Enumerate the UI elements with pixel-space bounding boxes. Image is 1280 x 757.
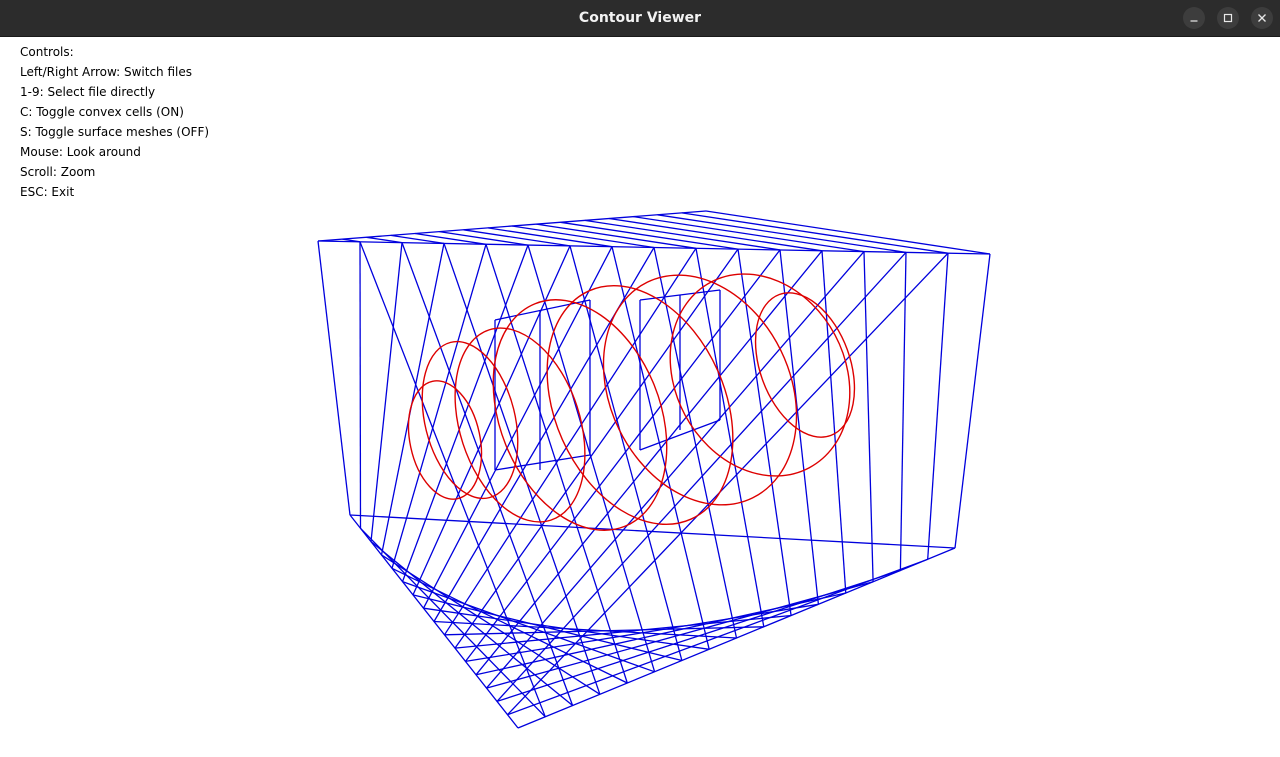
control-hint-mouse: Mouse: Look around [20,145,141,159]
cell-edge [657,214,907,254]
control-hint-scroll: Scroll: Zoom [20,165,96,179]
cell-edge [380,243,445,556]
contour-ring [602,274,798,506]
cell-edge [633,215,865,253]
cell-edge [359,241,362,529]
cell-edge [496,569,901,703]
cell-edge [507,252,949,716]
controls-help-overlay: Controls: Left/Right Arrow: Switch files… [20,45,209,205]
cell-edge [487,227,613,248]
contour-ring [407,380,483,500]
cell-edge [584,219,781,251]
control-hint-select-file: 1-9: Select file directly [20,85,156,99]
cell-edge [695,248,765,627]
cell-edge [779,249,820,605]
cell-edge [317,240,351,516]
cell-edge [486,251,865,689]
cell-edge [954,253,991,549]
control-hint-convex-cells: C: Toggle convex cells (ON) [20,105,184,119]
contour-ring [754,292,856,438]
cell-edge [475,592,846,676]
controls-heading: Controls: [20,45,74,59]
cell-edge [412,245,571,596]
cell-edge [370,242,403,542]
cell-edge [485,244,628,684]
contour-ring [669,273,851,477]
cell-edge [927,253,949,560]
control-hint-exit: ESC: Exit [20,185,75,199]
cell-edge [863,251,874,582]
contour-ring [454,327,586,523]
control-hint-surface-meshes: S: Toggle surface meshes (OFF) [20,125,210,139]
cell-edge [569,245,683,661]
control-hint-switch-files: Left/Right Arrow: Switch files [20,65,193,79]
cell-edge [494,454,591,471]
cell-edge [560,221,739,250]
app-window: Contour Viewer Controls: Left/Right Arro… [0,0,1280,757]
cell-edge [511,225,655,249]
cell-edge [705,210,991,255]
